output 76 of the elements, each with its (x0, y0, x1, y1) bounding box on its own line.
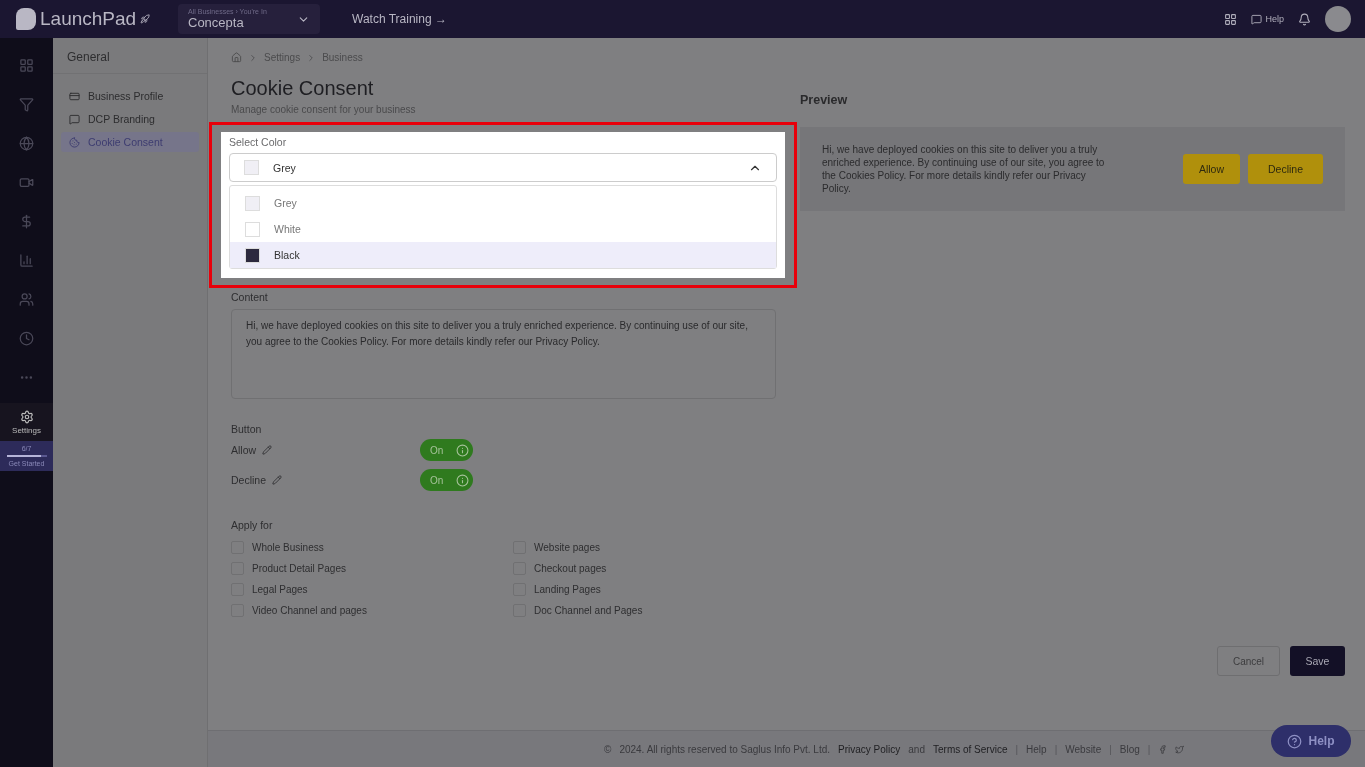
page-title: Cookie Consent (231, 77, 375, 100)
separator: | (1054, 743, 1058, 755)
checkbox-label: Video Channel and pages (252, 605, 367, 616)
sidebar-heading: General (53, 38, 207, 74)
decline-button[interactable]: Decline (1247, 154, 1323, 184)
copyright-icon: © (604, 743, 612, 755)
business-name: Concepta (188, 15, 245, 30)
toggle-switch[interactable]: On (420, 439, 473, 461)
checkbox-label: Website pages (534, 542, 600, 553)
settings-nav-item[interactable]: Settings (0, 403, 53, 441)
checkbox-label: Checkout pages (534, 563, 607, 574)
footer-link[interactable]: Website (1065, 743, 1102, 755)
footer-link[interactable]: Help (1026, 743, 1047, 755)
avatar[interactable] (1325, 6, 1351, 32)
preview-text: Hi, we have deployed cookies on this site to deliver you a truly enriched experience. By continuing use of our site, you agree to the Cookies Policy. For more details kindly refer our Privacy Policy. (822, 143, 1106, 195)
logo-icon (16, 8, 36, 30)
globe-icon (19, 136, 34, 151)
pencil-icon[interactable] (262, 445, 273, 455)
color-option[interactable]: Black (230, 242, 776, 268)
cookie-icon (69, 136, 80, 148)
facebook-icon[interactable] (1158, 744, 1168, 754)
color-option[interactable]: Grey (230, 190, 776, 216)
rocket-icon (140, 14, 151, 24)
checkbox-label: Landing Pages (534, 584, 601, 595)
apps-icon[interactable] (1224, 12, 1238, 26)
sidebar-item[interactable]: Business Profile (61, 86, 199, 106)
save-button[interactable]: Save (1290, 646, 1345, 676)
help-link[interactable]: Help (1265, 14, 1284, 24)
pencil-icon[interactable] (272, 475, 283, 485)
watch-training-link[interactable]: Watch Training → (352, 12, 447, 26)
toggle-label: Decline (231, 474, 267, 486)
checkbox-label: Doc Channel and Pages (534, 605, 643, 616)
chevron-right-icon (248, 52, 258, 63)
toggle-switch[interactable]: On (420, 469, 473, 491)
sidebar-item[interactable]: DCP Branding (61, 109, 199, 129)
dashboard-icon (19, 58, 34, 73)
select-color-label: Select Color (229, 136, 288, 148)
button-heading: Button (231, 423, 263, 435)
info-icon (456, 473, 469, 487)
apply-for-heading: Apply for (231, 519, 274, 531)
home-icon[interactable] (231, 52, 242, 63)
copyright-text: 2024. All rights reserved to Saglus Info Pvt. Ltd. (619, 743, 831, 755)
allow-button[interactable]: Allow (1182, 154, 1240, 184)
checkbox-label: Whole Business (252, 542, 324, 553)
color-select[interactable]: Grey (229, 153, 777, 182)
speech-bubble-icon (69, 113, 80, 125)
video-icon (19, 175, 34, 190)
content-textarea[interactable]: Hi, we have deployed cookies on this site to deliver you a truly enriched experience. By continuing use of our site, you agree to the Cookies Policy. For more details kindly refer our Privacy Policy. (231, 309, 776, 399)
info-icon (456, 443, 469, 457)
dollar-icon (19, 214, 34, 229)
and-text: and (908, 743, 925, 755)
checkbox-label: Product Detail Pages (252, 563, 346, 574)
card-icon (69, 90, 80, 102)
help-icon (1287, 733, 1303, 749)
clock-icon (19, 331, 34, 346)
bell-icon[interactable] (1298, 12, 1311, 26)
toggle-label: Allow (231, 444, 257, 456)
chart-icon (19, 253, 34, 268)
twitter-icon[interactable] (1175, 744, 1185, 754)
separator: | (1147, 743, 1151, 755)
help-button[interactable]: Help (1271, 725, 1351, 757)
separator: | (1109, 743, 1112, 755)
content-label: Content (231, 291, 269, 303)
terms-link[interactable]: Terms of Service (933, 743, 1008, 755)
preview-heading: Preview (800, 93, 849, 107)
users-icon (19, 292, 34, 307)
privacy-policy-link[interactable]: Privacy Policy (838, 743, 901, 755)
cancel-button[interactable]: Cancel (1217, 646, 1280, 676)
settings-icon (19, 409, 34, 424)
footer-link[interactable]: Blog (1119, 743, 1140, 755)
filter-icon (19, 97, 34, 112)
separator: | (1015, 743, 1019, 755)
logo-text: LaunchPad (40, 8, 137, 30)
checkbox-label: Legal Pages (252, 584, 308, 595)
help-icon (1251, 13, 1263, 25)
color-option[interactable]: White (230, 216, 776, 242)
